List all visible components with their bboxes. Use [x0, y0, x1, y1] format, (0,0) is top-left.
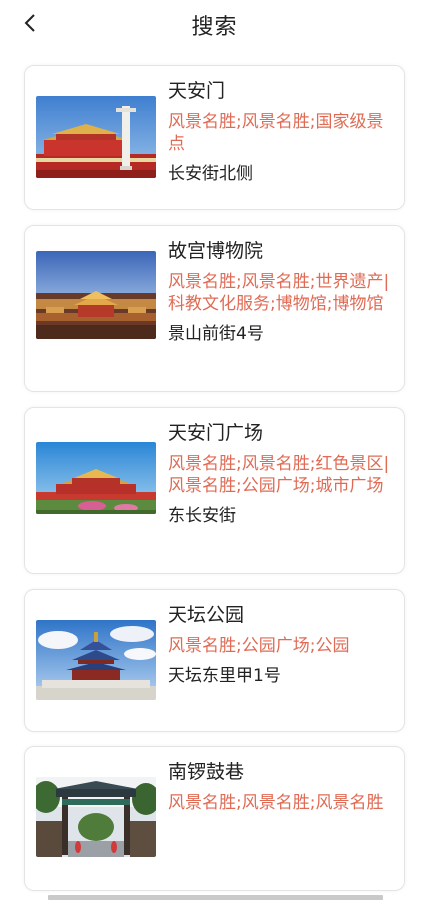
- place-address: 东长安街: [168, 506, 236, 526]
- result-card-nanluoguxiang[interactable]: 南锣鼓巷 风景名胜;风景名胜;风景名胜: [24, 746, 405, 891]
- place-name: 天坛公园: [168, 604, 245, 626]
- tiananmen-square-photo: [36, 442, 156, 514]
- place-category-tags: 风景名胜;风景名胜;风景名胜: [168, 793, 384, 813]
- nanluoguxiang-gate-photo: [36, 777, 156, 857]
- place-name: 南锣鼓巷: [168, 761, 245, 783]
- result-card-tiananmen-square[interactable]: 天安门广场 风景名胜;风景名胜;红色景区|风景名胜;公园广场;城市广场 东长安街: [24, 407, 405, 574]
- top-bar: 搜索: [0, 0, 429, 48]
- place-category-tags: 风景名胜;风景名胜;红色景区|风景名胜;公园广场;城市广场: [168, 454, 390, 496]
- result-card-temple-of-heaven[interactable]: 天坛公园 风景名胜;公园广场;公园 天坛东里甲1号: [24, 589, 405, 732]
- tiananmen-gate-photo: [36, 96, 156, 178]
- forbidden-city-photo: [36, 251, 156, 339]
- scroll-indicator: [48, 895, 383, 900]
- place-category-tags: 风景名胜;风景名胜;国家级景点: [168, 112, 384, 154]
- place-category-tags: 风景名胜;风景名胜;世界遗产|科教文化服务;博物馆;博物馆: [168, 272, 390, 314]
- page-title: 搜索: [191, 15, 238, 40]
- result-card-tiananmen[interactable]: 天安门 风景名胜;风景名胜;国家级景点 长安街北侧: [24, 65, 405, 210]
- result-card-palace-museum[interactable]: 故宫博物院 风景名胜;风景名胜;世界遗产|科教文化服务;博物馆;博物馆 景山前街…: [24, 225, 405, 392]
- place-address: 天坛东里甲1号: [168, 666, 281, 686]
- temple-of-heaven-photo: [36, 620, 156, 700]
- place-name: 天安门广场: [168, 422, 264, 444]
- place-name: 天安门: [168, 80, 226, 102]
- place-address: 长安街北侧: [168, 164, 253, 184]
- place-name: 故宫博物院: [168, 240, 264, 262]
- place-address: 景山前街4号: [168, 324, 264, 344]
- place-category-tags: 风景名胜;公园广场;公园: [168, 636, 350, 656]
